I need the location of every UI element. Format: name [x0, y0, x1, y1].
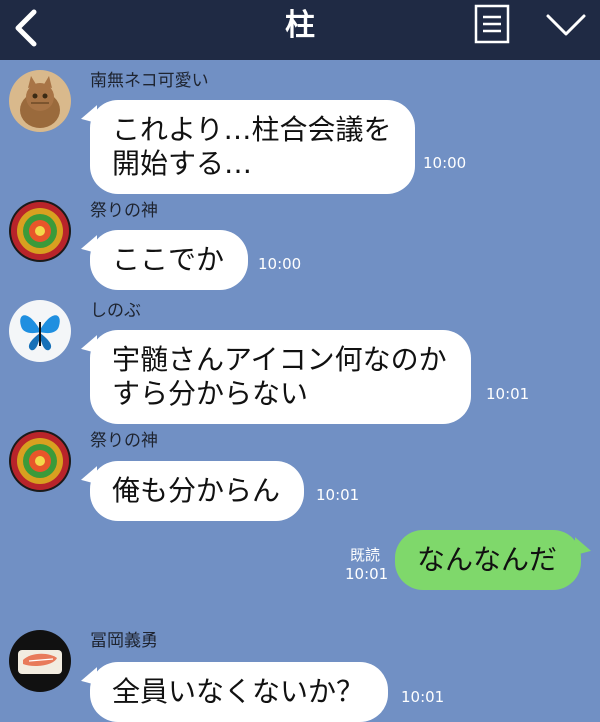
sender-name: しのぶ: [90, 301, 141, 321]
salmon-avatar[interactable]: [9, 630, 71, 692]
message-bubble[interactable]: 全員いなくないか？: [90, 662, 389, 722]
message-bubble[interactable]: 宇髄さんアイコン何なのか すら分からない: [90, 330, 471, 424]
message-bubble[interactable]: これより…柱合会議を 開始する…: [90, 100, 416, 194]
message-time: 10:01: [316, 486, 360, 504]
sender-name: 冨岡義勇: [90, 631, 158, 651]
message-time: 10:01: [486, 385, 530, 403]
chat-header: 柱: [0, 0, 600, 60]
message-time: 10:01: [345, 565, 389, 583]
festival-avatar[interactable]: [9, 430, 71, 492]
menu-button[interactable]: [473, 4, 511, 44]
read-receipt: 既読: [349, 546, 380, 564]
message-time: 10:01: [401, 688, 445, 706]
cat-avatar[interactable]: [9, 70, 71, 132]
message-bubble[interactable]: なんなんだ: [395, 530, 582, 590]
message-time: 10:00: [423, 154, 467, 172]
collapse-button[interactable]: [544, 10, 588, 40]
chevron-down-icon: [546, 14, 586, 36]
sender-name: 祭りの神: [90, 201, 158, 221]
message-bubble[interactable]: 俺も分からん: [90, 461, 305, 521]
message-bubble[interactable]: ここでか: [90, 230, 249, 290]
sender-name: 祭りの神: [90, 431, 158, 451]
sender-name: 南無ネコ可愛い: [90, 71, 209, 91]
message-time: 10:00: [258, 255, 302, 273]
menu-icon: [474, 4, 510, 44]
festival-avatar[interactable]: [9, 200, 71, 262]
butterfly-avatar[interactable]: [9, 300, 71, 362]
